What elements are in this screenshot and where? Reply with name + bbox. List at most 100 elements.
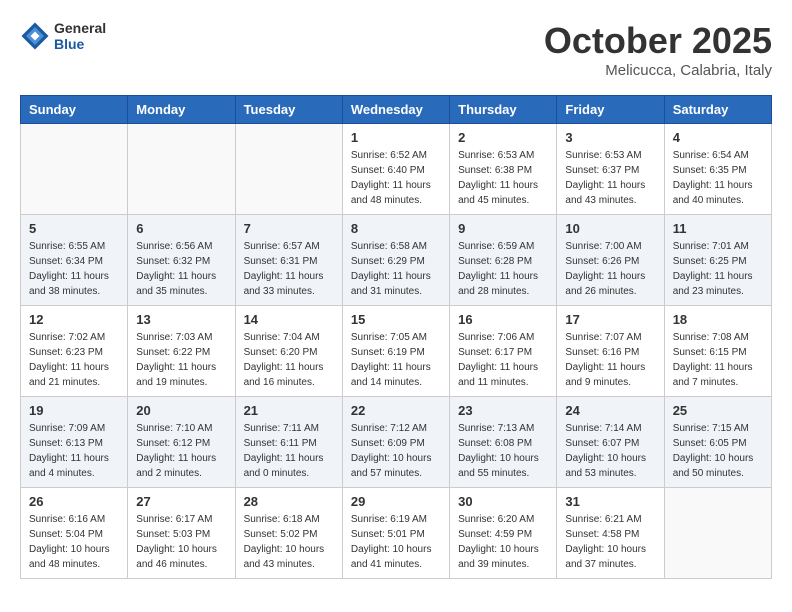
logo-text: General Blue <box>54 20 106 52</box>
calendar-day-cell: 14Sunrise: 7:04 AM Sunset: 6:20 PM Dayli… <box>235 306 342 397</box>
calendar-day-cell: 10Sunrise: 7:00 AM Sunset: 6:26 PM Dayli… <box>557 215 664 306</box>
calendar-day-cell: 19 Sunrise: 7:09 AM Sunset: 6:13 PM Dayli… <box>21 397 128 488</box>
day-info: Sunrise: 7:13 AM Sunset: 6:08 PM Dayligh… <box>458 421 548 481</box>
calendar-day-cell: 26 Sunrise: 6:16 AM Sunset: 5:04 PM Dayli… <box>21 488 128 579</box>
day-info: Sunrise: 6:53 AM Sunset: 6:38 PM Dayligh… <box>458 148 548 208</box>
calendar-day-cell: 1 Sunrise: 6:52 AM Sunset: 6:40 PM Daylig… <box>342 124 449 215</box>
logo: General Blue <box>20 20 106 52</box>
day-number: 19 <box>29 403 119 418</box>
day-info: Sunrise: 6:21 AM Sunset: 4:58 PM Dayligh… <box>565 512 655 572</box>
calendar-day-cell: 13 Sunrise: 7:03 AM Sunset: 6:22 PM Dayli… <box>128 306 235 397</box>
calendar-day-cell: 21 Sunrise: 7:11 AM Sunset: 6:11 PM Dayli… <box>235 397 342 488</box>
calendar-day-cell: 22 Sunrise: 7:12 AM Sunset: 6:09 PM Dayli… <box>342 397 449 488</box>
calendar-table: SundayMondayTuesdayWednesdayThursdayFrid… <box>20 95 772 579</box>
day-info: Sunrise: 7:02 AM Sunset: 6:23 PM Dayligh… <box>29 330 119 390</box>
day-number: 12 <box>29 312 119 327</box>
day-info: Sunrise: 6:59 AM Sunset: 6:28 PM Dayligh… <box>458 239 548 299</box>
calendar-day-cell <box>21 124 128 215</box>
weekday-header-wednesday: Wednesday <box>342 96 449 124</box>
calendar-week-row: 12 Sunrise: 7:02 AM Sunset: 6:23 PM Dayli… <box>21 306 772 397</box>
day-number: 1 <box>351 130 441 145</box>
day-info: Sunrise: 7:04 AM Sunset: 6:20 PM Dayligh… <box>244 330 334 390</box>
logo-general-text: General <box>54 20 106 36</box>
weekday-header-sunday: Sunday <box>21 96 128 124</box>
day-number: 29 <box>351 494 441 509</box>
day-info: Sunrise: 7:06 AM Sunset: 6:17 PM Dayligh… <box>458 330 548 390</box>
calendar-day-cell: 30 Sunrise: 6:20 AM Sunset: 4:59 PM Dayli… <box>450 488 557 579</box>
page-header: General Blue October 2025 Melicucca, Cal… <box>20 20 772 79</box>
day-number: 16 <box>458 312 548 327</box>
calendar-day-cell: 31 Sunrise: 6:21 AM Sunset: 4:58 PM Dayli… <box>557 488 664 579</box>
weekday-header-monday: Monday <box>128 96 235 124</box>
day-info: Sunrise: 7:00 AM Sunset: 6:26 PM Dayligh… <box>565 239 655 299</box>
day-number: 5 <box>29 221 119 236</box>
day-number: 26 <box>29 494 119 509</box>
calendar-day-cell: 3 Sunrise: 6:53 AM Sunset: 6:37 PM Daylig… <box>557 124 664 215</box>
weekday-header-thursday: Thursday <box>450 96 557 124</box>
day-info: Sunrise: 6:20 AM Sunset: 4:59 PM Dayligh… <box>458 512 548 572</box>
calendar-day-cell <box>128 124 235 215</box>
day-info: Sunrise: 6:52 AM Sunset: 6:40 PM Dayligh… <box>351 148 441 208</box>
day-number: 3 <box>565 130 655 145</box>
calendar-day-cell <box>664 488 771 579</box>
day-number: 9 <box>458 221 548 236</box>
day-info: Sunrise: 7:07 AM Sunset: 6:16 PM Dayligh… <box>565 330 655 390</box>
calendar-day-cell: 7Sunrise: 6:57 AM Sunset: 6:31 PM Daylig… <box>235 215 342 306</box>
calendar-day-cell: 2 Sunrise: 6:53 AM Sunset: 6:38 PM Daylig… <box>450 124 557 215</box>
day-info: Sunrise: 7:10 AM Sunset: 6:12 PM Dayligh… <box>136 421 226 481</box>
day-number: 24 <box>565 403 655 418</box>
day-info: Sunrise: 6:56 AM Sunset: 6:32 PM Dayligh… <box>136 239 226 299</box>
day-info: Sunrise: 7:03 AM Sunset: 6:22 PM Dayligh… <box>136 330 226 390</box>
weekday-header-row: SundayMondayTuesdayWednesdayThursdayFrid… <box>21 96 772 124</box>
calendar-day-cell: 24 Sunrise: 7:14 AM Sunset: 6:07 PM Dayli… <box>557 397 664 488</box>
logo-blue-text: Blue <box>54 36 106 52</box>
title-block: October 2025 Melicucca, Calabria, Italy <box>544 20 772 79</box>
day-number: 13 <box>136 312 226 327</box>
day-number: 15 <box>351 312 441 327</box>
day-number: 18 <box>673 312 763 327</box>
weekday-header-saturday: Saturday <box>664 96 771 124</box>
day-info: Sunrise: 7:12 AM Sunset: 6:09 PM Dayligh… <box>351 421 441 481</box>
calendar-day-cell: 25 Sunrise: 7:15 AM Sunset: 6:05 PM Dayli… <box>664 397 771 488</box>
calendar-day-cell: 17 Sunrise: 7:07 AM Sunset: 6:16 PM Dayli… <box>557 306 664 397</box>
day-info: Sunrise: 6:53 AM Sunset: 6:37 PM Dayligh… <box>565 148 655 208</box>
day-info: Sunrise: 7:09 AM Sunset: 6:13 PM Dayligh… <box>29 421 119 481</box>
logo-icon <box>20 21 50 51</box>
calendar-day-cell: 4Sunrise: 6:54 AM Sunset: 6:35 PM Daylig… <box>664 124 771 215</box>
day-number: 21 <box>244 403 334 418</box>
calendar-day-cell: 20 Sunrise: 7:10 AM Sunset: 6:12 PM Dayli… <box>128 397 235 488</box>
day-number: 27 <box>136 494 226 509</box>
day-info: Sunrise: 7:11 AM Sunset: 6:11 PM Dayligh… <box>244 421 334 481</box>
calendar-day-cell: 15 Sunrise: 7:05 AM Sunset: 6:19 PM Dayli… <box>342 306 449 397</box>
day-number: 11 <box>673 221 763 236</box>
day-number: 22 <box>351 403 441 418</box>
calendar-day-cell: 16 Sunrise: 7:06 AM Sunset: 6:17 PM Dayli… <box>450 306 557 397</box>
day-info: Sunrise: 7:14 AM Sunset: 6:07 PM Dayligh… <box>565 421 655 481</box>
day-info: Sunrise: 7:15 AM Sunset: 6:05 PM Dayligh… <box>673 421 763 481</box>
day-number: 17 <box>565 312 655 327</box>
day-number: 2 <box>458 130 548 145</box>
day-number: 7 <box>244 221 334 236</box>
day-number: 20 <box>136 403 226 418</box>
month-title: October 2025 <box>544 20 772 62</box>
calendar-day-cell: 23Sunrise: 7:13 AM Sunset: 6:08 PM Dayli… <box>450 397 557 488</box>
day-info: Sunrise: 7:01 AM Sunset: 6:25 PM Dayligh… <box>673 239 763 299</box>
day-number: 30 <box>458 494 548 509</box>
day-info: Sunrise: 7:05 AM Sunset: 6:19 PM Dayligh… <box>351 330 441 390</box>
weekday-header-tuesday: Tuesday <box>235 96 342 124</box>
day-number: 25 <box>673 403 763 418</box>
calendar-day-cell: 9 Sunrise: 6:59 AM Sunset: 6:28 PM Daylig… <box>450 215 557 306</box>
calendar-day-cell: 28Sunrise: 6:18 AM Sunset: 5:02 PM Dayli… <box>235 488 342 579</box>
calendar-day-cell: 29Sunrise: 6:19 AM Sunset: 5:01 PM Dayli… <box>342 488 449 579</box>
calendar-week-row: 26 Sunrise: 6:16 AM Sunset: 5:04 PM Dayli… <box>21 488 772 579</box>
day-info: Sunrise: 6:18 AM Sunset: 5:02 PM Dayligh… <box>244 512 334 572</box>
location: Melicucca, Calabria, Italy <box>544 62 772 79</box>
calendar-week-row: 5 Sunrise: 6:55 AM Sunset: 6:34 PM Daylig… <box>21 215 772 306</box>
day-info: Sunrise: 6:55 AM Sunset: 6:34 PM Dayligh… <box>29 239 119 299</box>
calendar-day-cell: 27Sunrise: 6:17 AM Sunset: 5:03 PM Dayli… <box>128 488 235 579</box>
calendar-day-cell: 12 Sunrise: 7:02 AM Sunset: 6:23 PM Dayli… <box>21 306 128 397</box>
day-number: 31 <box>565 494 655 509</box>
day-info: Sunrise: 6:16 AM Sunset: 5:04 PM Dayligh… <box>29 512 119 572</box>
day-number: 4 <box>673 130 763 145</box>
day-info: Sunrise: 7:08 AM Sunset: 6:15 PM Dayligh… <box>673 330 763 390</box>
